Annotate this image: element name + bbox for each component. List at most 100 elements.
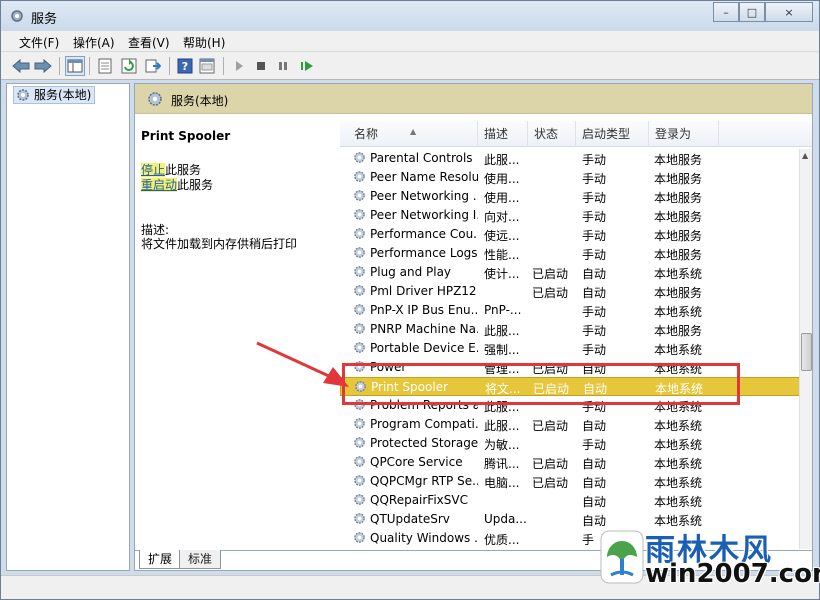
pause-icon[interactable] (273, 56, 293, 76)
service-logon-as: 本地系统 (654, 343, 703, 357)
watermark-logo (600, 530, 644, 584)
restart-icon[interactable] (297, 56, 317, 76)
refresh-icon[interactable] (119, 56, 139, 76)
vertical-scrollbar[interactable]: ▲ (799, 149, 812, 549)
service-startup-type: 自动 (582, 495, 607, 509)
service-row[interactable]: QQPCMgr RTP Se... 电脑... 已启动 自动 本地系统 (340, 472, 800, 491)
service-row[interactable]: Portable Device E... 强制... 手动 本地系统 (340, 339, 800, 358)
start-icon[interactable] (229, 56, 249, 76)
service-row[interactable]: Plug and Play 使计... 已启动 自动 本地系统 (340, 263, 800, 282)
restart-service-link[interactable]: 重启动 (141, 178, 178, 192)
service-row[interactable]: PnP-X IP Bus Enu... PnP-... 手动 本地系统 (340, 301, 800, 320)
window-title: 服务 (31, 12, 58, 27)
back-arrow-icon[interactable] (11, 56, 31, 76)
minimize-button[interactable]: – (713, 2, 739, 22)
service-row[interactable]: Performance Logs... 性能... 手动 本地服务 (340, 244, 800, 263)
service-startup-type: 自动 (582, 267, 607, 281)
selected-service-title: Print Spooler (141, 129, 231, 143)
tree-item-services-local[interactable]: 服务(本地) (13, 86, 96, 104)
tab-standard[interactable]: 标准 (179, 550, 222, 569)
service-name: QQRepairFixSVC (370, 493, 468, 507)
column-name[interactable]: ▲ 名称 (340, 121, 478, 147)
service-name: QTUpdateSrv (370, 512, 450, 526)
service-name: Portable Device E... (370, 341, 478, 355)
toolbar-separator (59, 57, 60, 75)
export-icon[interactable] (143, 56, 163, 76)
service-name: Pml Driver HPZ12 (370, 284, 477, 298)
service-row[interactable]: Protected Storage 为敏... 手动 本地系统 (340, 434, 800, 453)
service-row[interactable]: PNRP Machine Na... 此服... 手动 本地服务 (340, 320, 800, 339)
service-gear-icon (353, 227, 366, 243)
service-startup-type: 手动 (582, 438, 607, 452)
service-row[interactable]: Parental Controls 此服... 手动 本地服务 (340, 149, 800, 168)
service-row[interactable]: Peer Networking ... 使用... 手动 本地服务 (340, 187, 800, 206)
service-description: 强制... (484, 343, 520, 357)
service-gear-icon (353, 170, 366, 186)
service-logon-as: 本地服务 (654, 248, 703, 262)
service-row[interactable]: QPCore Service 腾讯... 已启动 自动 本地系统 (340, 453, 800, 472)
scroll-up-icon[interactable]: ▲ (802, 151, 808, 160)
service-startup-type: 手动 (582, 248, 607, 262)
service-logon-as: 本地服务 (654, 191, 703, 205)
scroll-thumb[interactable] (801, 333, 812, 371)
title-bar: 服务 – □ × (1, 1, 819, 31)
column-startup-type[interactable]: 启动类型 (576, 121, 649, 147)
services-gear-icon (17, 89, 29, 101)
tab-extended[interactable]: 扩展 (139, 550, 182, 569)
service-status: 已启动 (532, 419, 569, 433)
service-name: QQPCMgr RTP Se... (370, 474, 478, 488)
menu-action[interactable]: 操作(A) (73, 34, 115, 51)
service-description: 使远... (484, 229, 520, 243)
menu-file[interactable]: 文件(F) (19, 34, 59, 51)
service-row[interactable]: Peer Name Resolu... 使用... 手动 本地服务 (340, 168, 800, 187)
stop-service-suffix: 此服务 (165, 163, 202, 177)
maximize-button[interactable]: □ (739, 2, 765, 22)
forward-arrow-icon[interactable] (33, 56, 53, 76)
sort-ascending-icon: ▲ (410, 127, 417, 136)
service-startup-type: 手动 (582, 324, 607, 338)
service-description: 使计... (484, 267, 520, 281)
service-row[interactable]: Program Compati... 此服... 已启动 自动 本地系统 (340, 415, 800, 434)
watermark: 雨林木风 win2007.com (599, 525, 820, 589)
service-description: 此服... (484, 419, 520, 433)
service-logon-as: 本地服务 (654, 286, 703, 300)
services-window: 服务 – □ × 文件(F) 操作(A) 查看(V) 帮助(H) ? 服务(本地… (0, 0, 820, 600)
service-row[interactable]: Peer Networking I... 向对... 手动 本地服务 (340, 206, 800, 225)
help-icon[interactable]: ? (175, 56, 195, 76)
service-name: Peer Networking ... (370, 189, 478, 203)
service-row[interactable]: Pml Driver HPZ12 已启动 自动 本地服务 (340, 282, 800, 301)
services-list: ▲ 名称 描述 状态 启动类型 登录为 Parental Controls 此服.… (340, 115, 812, 549)
stop-service-link[interactable]: 停止 (141, 163, 166, 177)
service-gear-icon (353, 151, 366, 167)
menu-help[interactable]: 帮助(H) (183, 34, 225, 51)
menu-view[interactable]: 查看(V) (128, 34, 170, 51)
stop-icon[interactable] (251, 56, 271, 76)
console-tree: 服务(本地) (6, 83, 130, 571)
svg-text:?: ? (182, 60, 188, 73)
column-description[interactable]: 描述 (478, 121, 528, 147)
export-list-icon[interactable] (95, 56, 115, 76)
service-status: 已启动 (532, 286, 569, 300)
service-startup-type: 自动 (582, 419, 607, 433)
column-logon-as[interactable]: 登录为 (649, 121, 719, 147)
service-description: 为敏... (484, 438, 520, 452)
service-description: 电脑... (484, 476, 520, 490)
main-pane: 服务(本地) Print Spooler 停止此服务 重启动此服务 描述: 将文… (134, 83, 813, 571)
services-gear-icon (148, 92, 162, 106)
toolbar-separator (89, 57, 90, 75)
service-startup-type: 手动 (582, 343, 607, 357)
service-row[interactable]: Performance Cou... 使远... 手动 本地服务 (340, 225, 800, 244)
service-description: 此服... (484, 324, 520, 338)
service-logon-as: 本地系统 (654, 476, 703, 490)
service-gear-icon (353, 474, 366, 490)
properties-icon[interactable] (197, 56, 217, 76)
toolbar-separator (223, 57, 224, 75)
service-description: 优质... (484, 533, 520, 547)
close-button[interactable]: × (765, 2, 813, 22)
service-gear-icon (353, 436, 366, 452)
column-status[interactable]: 状态 (528, 121, 576, 147)
service-row[interactable]: QQRepairFixSVC 自动 本地系统 (340, 491, 800, 510)
service-startup-type: 自动 (582, 476, 607, 490)
console-tree-icon[interactable] (65, 56, 85, 76)
service-startup-type: 手动 (582, 210, 607, 224)
